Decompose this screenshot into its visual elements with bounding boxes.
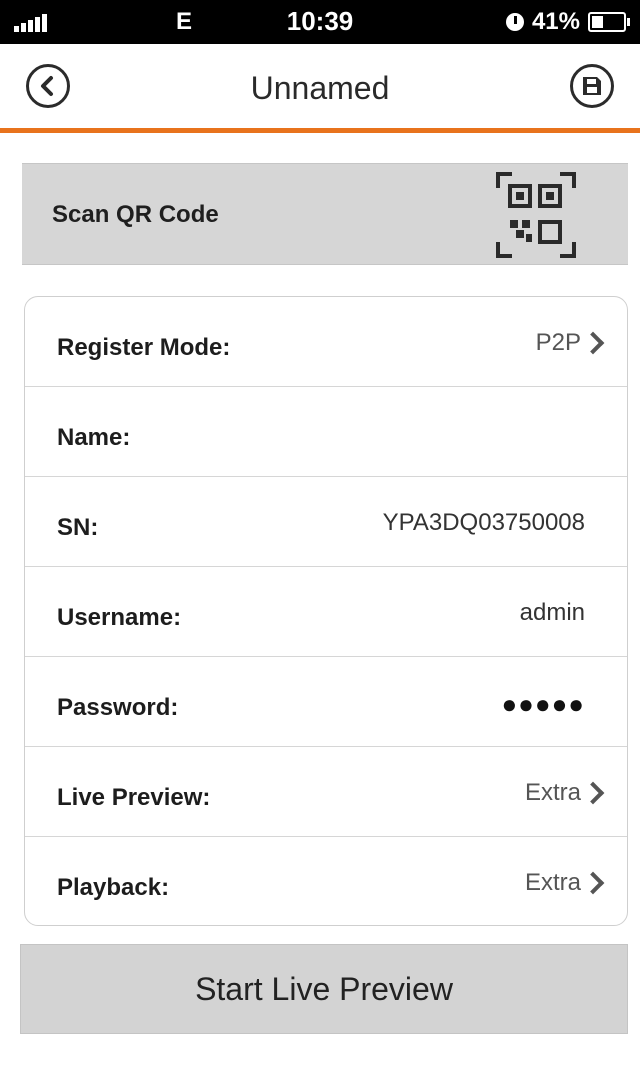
register-mode-value: P2P (535, 329, 581, 356)
page-title: Unnamed (250, 70, 390, 106)
sn-row[interactable]: SN: YPA3DQ03750008 (25, 477, 627, 567)
scan-qr-code-row[interactable]: Scan QR Code (22, 163, 628, 265)
live-preview-label: Live Preview: (57, 784, 211, 811)
save-icon (583, 77, 601, 95)
playback-label: Playback: (57, 874, 170, 901)
chevron-right-icon (581, 331, 605, 355)
chevron-right-icon (581, 871, 605, 895)
scan-qr-code-label: Scan QR Code (52, 201, 219, 228)
sn-label: SN: (57, 514, 99, 541)
password-label: Password: (57, 694, 179, 721)
battery-icon (588, 12, 630, 32)
sn-field[interactable]: YPA3DQ03750008 (383, 509, 585, 537)
start-live-preview-button[interactable]: Start Live Preview (20, 944, 628, 1034)
register-mode-row[interactable]: Register Mode: P2P (25, 297, 627, 387)
chevron-right-icon (581, 781, 605, 805)
username-row[interactable]: Username: admin (25, 567, 627, 657)
live-preview-value: Extra (524, 779, 581, 806)
playback-row[interactable]: Playback: Extra (25, 837, 627, 925)
register-mode-label: Register Mode: (57, 334, 231, 361)
password-field[interactable]: ●●●●● (501, 689, 585, 720)
qr-code-icon (496, 172, 576, 258)
status-bar: E 10:39 41% (0, 0, 640, 44)
name-label: Name: (57, 424, 131, 451)
live-preview-row[interactable]: Live Preview: Extra (25, 747, 627, 837)
battery-percent: 41% (531, 8, 580, 35)
username-field[interactable]: admin (520, 599, 585, 627)
username-label: Username: (57, 604, 182, 631)
password-row[interactable]: Password: ●●●●● (25, 657, 627, 747)
nav-accent-divider (0, 128, 640, 133)
alarm-clock-icon (505, 13, 524, 31)
save-button[interactable] (570, 64, 614, 108)
playback-value: Extra (524, 869, 581, 896)
device-form-card: Register Mode: P2P Name: SN: YPA3DQ03750… (24, 296, 628, 926)
name-row[interactable]: Name: (25, 387, 627, 477)
